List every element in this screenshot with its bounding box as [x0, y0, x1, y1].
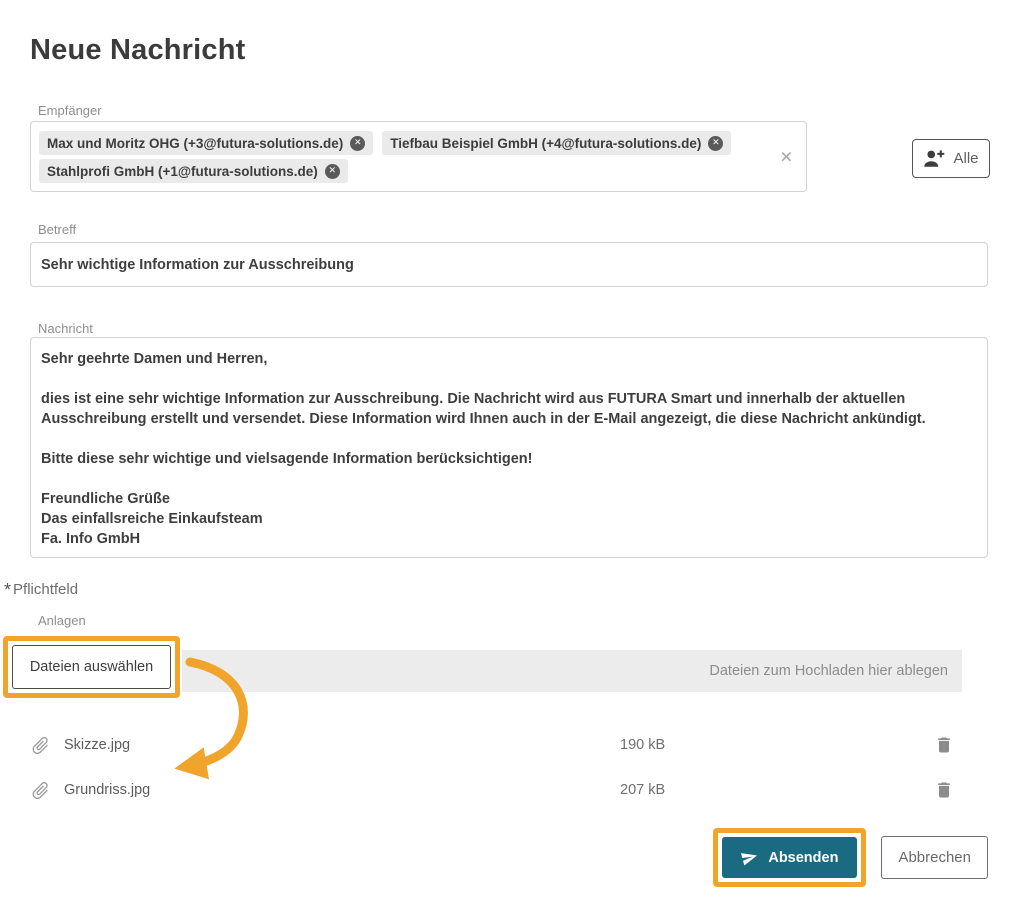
recipients-label: Empfänger [38, 103, 102, 118]
attachment-name: Grundriss.jpg [64, 782, 620, 798]
send-button[interactable]: Absenden [722, 837, 857, 878]
attachment-size: 190 kB [620, 737, 926, 753]
attachment-row: Grundriss.jpg 207 kB [30, 771, 954, 809]
annotation-highlight-select-files: Dateien auswählen [3, 636, 180, 698]
form-actions: Absenden Abbrechen [713, 828, 988, 887]
remove-recipient-icon[interactable]: ✕ [708, 136, 723, 151]
person-add-icon [923, 148, 945, 170]
attachment-row: Skizze.jpg 190 kB [30, 726, 954, 764]
required-field-note: *Pflichtfeld [4, 580, 78, 601]
new-message-page: Neue Nachricht Empfänger Max und Moritz … [0, 0, 1017, 918]
subject-input[interactable] [30, 242, 988, 287]
recipient-chip-label: Max und Moritz OHG (+3@futura-solutions.… [47, 136, 343, 151]
paperclip-icon [30, 735, 64, 756]
recipient-chip: Max und Moritz OHG (+3@futura-solutions.… [39, 131, 373, 155]
attachment-size: 207 kB [620, 782, 926, 798]
recipient-chip-label: Tiefbau Beispiel GmbH (+4@futura-solutio… [390, 136, 701, 151]
dropzone-text: Dateien zum Hochladen hier ablegen [709, 663, 948, 679]
add-all-recipients-label: Alle [953, 150, 978, 167]
clear-recipients-icon[interactable]: ✕ [780, 147, 793, 166]
recipient-chip-label: Stahlprofi GmbH (+1@futura-solutions.de) [47, 164, 318, 179]
delete-attachment-icon[interactable] [926, 780, 954, 800]
remove-recipient-icon[interactable]: ✕ [325, 164, 340, 179]
subject-label: Betreff [38, 222, 76, 237]
delete-attachment-icon[interactable] [926, 735, 954, 755]
recipient-chip: Tiefbau Beispiel GmbH (+4@futura-solutio… [382, 131, 731, 155]
attachment-name: Skizze.jpg [64, 737, 620, 753]
cancel-button[interactable]: Abbrechen [881, 836, 988, 879]
send-button-label: Absenden [768, 850, 838, 866]
message-textarea[interactable]: Sehr geehrte Damen und Herren, dies ist … [30, 337, 988, 558]
add-all-recipients-button[interactable]: Alle [912, 139, 990, 178]
required-asterisk: * [4, 580, 11, 600]
send-icon [739, 847, 760, 868]
message-label: Nachricht [38, 321, 93, 336]
remove-recipient-icon[interactable]: ✕ [350, 136, 365, 151]
page-title: Neue Nachricht [30, 34, 246, 67]
attachments-label: Anlagen [38, 613, 86, 628]
paperclip-icon [30, 780, 64, 801]
annotation-highlight-send: Absenden [713, 828, 866, 887]
file-dropzone[interactable]: Dateien zum Hochladen hier ablegen [182, 650, 962, 692]
recipients-field[interactable]: Max und Moritz OHG (+3@futura-solutions.… [30, 121, 807, 192]
required-text: Pflichtfeld [13, 581, 78, 598]
recipient-chip: Stahlprofi GmbH (+1@futura-solutions.de)… [39, 159, 348, 183]
select-files-button[interactable]: Dateien auswählen [12, 645, 171, 689]
